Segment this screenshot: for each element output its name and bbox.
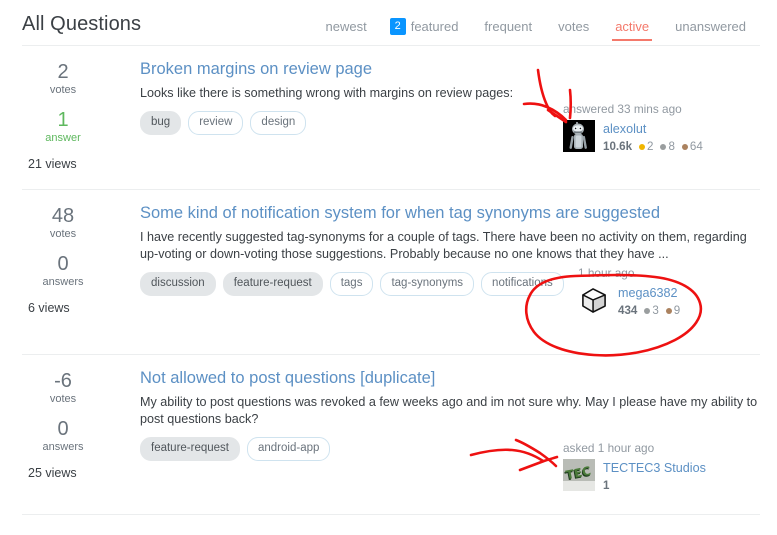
vote-count: 2 — [57, 61, 69, 83]
question-summary-row[interactable]: 48 votes 0 answers 6 views Some kind of … — [22, 190, 760, 355]
tag-bug[interactable]: bug — [140, 111, 182, 135]
question-stats: -6 votes 0 answers 25 views — [22, 368, 104, 480]
gold-badge: 2 — [639, 139, 653, 155]
tab-newest-label: newest — [325, 19, 367, 34]
reputation-score: 1 — [603, 479, 610, 492]
user-card: asked 1 hour ago TEC TEC TECTEC3 Studios… — [563, 441, 738, 494]
question-stats: 48 votes 0 answers 6 views — [22, 203, 104, 315]
tab-frequent-label: frequent — [484, 19, 533, 34]
reputation-score: 434 — [618, 304, 638, 317]
bronze-badge: 64 — [681, 139, 703, 155]
view-count: 21 views — [28, 157, 77, 171]
question-list: 2 votes 1 answer 21 views Broken margins… — [0, 46, 777, 515]
tab-votes-label: votes — [558, 19, 590, 34]
vote-label: votes — [49, 228, 77, 240]
question-summary-row[interactable]: 2 votes 1 answer 21 views Broken margins… — [22, 46, 760, 190]
vote-stat: 48 votes — [22, 205, 104, 241]
tag-notifications[interactable]: notifications — [481, 272, 564, 296]
bronze-badge-count: 9 — [673, 304, 681, 317]
question-excerpt: Looks like there is something wrong with… — [140, 86, 514, 100]
tag-feature-request[interactable]: feature-request — [222, 272, 323, 296]
user-name-link[interactable]: alexolut — [603, 122, 646, 136]
featured-count-badge: 2 — [389, 18, 406, 35]
question-summary-row[interactable]: -6 votes 0 answers 25 views Not allowed … — [22, 355, 760, 515]
question-sort-tabs: newest 2 featured frequent votes active … — [313, 15, 759, 44]
vote-count: -6 — [54, 370, 72, 392]
tab-active-label: active — [615, 19, 650, 34]
vote-count: 48 — [51, 205, 75, 227]
user-card: answered 33 mins ago alexolut 10.6k 2 8 … — [563, 102, 738, 155]
silver-badge-count: 3 — [652, 304, 659, 317]
white-cube-avatar[interactable] — [578, 284, 610, 316]
user-name-link[interactable]: mega6382 — [618, 286, 678, 300]
answer-label: answer — [45, 132, 81, 144]
view-count: 25 views — [28, 466, 77, 480]
question-excerpt: I have recently suggested tag-synonyms f… — [140, 230, 747, 261]
answer-stat: 1 answer — [22, 109, 104, 145]
vote-stat: -6 votes — [22, 370, 104, 406]
page-header: All Questions newest 2 featured frequent… — [0, 0, 777, 46]
user-reputation-and-badges: 434 3 9 — [618, 303, 680, 319]
user-info: alexolut 10.6k 2 8 64 — [603, 120, 703, 155]
silver-badge-icon — [644, 308, 651, 314]
tab-newest[interactable]: newest — [313, 16, 380, 43]
answer-count: 0 — [57, 418, 69, 440]
gold-badge-count: 2 — [647, 140, 654, 153]
answer-stat: 0 answers — [22, 253, 104, 289]
bronze-badge-count: 64 — [689, 140, 703, 153]
question-stats: 2 votes 1 answer 21 views — [22, 59, 104, 171]
tag-tag-synonyms[interactable]: tag-synonyms — [380, 272, 475, 296]
user-info: TECTEC3 Studios 1 — [603, 459, 706, 494]
user-info: mega6382 434 3 9 — [618, 284, 680, 319]
bender-robot-avatar[interactable] — [563, 120, 595, 152]
page-title: All Questions — [22, 13, 142, 35]
tab-active[interactable]: active — [602, 16, 662, 43]
answer-label: answers — [42, 276, 84, 288]
vote-stat: 2 votes — [22, 61, 104, 97]
vote-label: votes — [49, 393, 77, 405]
activity-timestamp: 1 hour ago — [578, 266, 635, 280]
user-reputation-and-badges: 10.6k 2 8 64 — [603, 139, 703, 155]
tag-design[interactable]: design — [250, 111, 307, 135]
tag-android-app[interactable]: android-app — [247, 437, 331, 461]
tab-unanswered-label: unanswered — [675, 19, 746, 34]
vote-label: votes — [49, 84, 77, 96]
user-card: 1 hour ago mega6382 434 3 9 — [578, 266, 753, 319]
tab-votes[interactable]: votes — [545, 16, 602, 43]
view-count: 6 views — [28, 301, 70, 315]
answer-stat: 0 answers — [22, 418, 104, 454]
silver-badge-icon — [660, 144, 667, 150]
silver-badge: 3 — [644, 303, 659, 319]
question-title-link[interactable]: Some kind of notification system for whe… — [140, 203, 760, 223]
tab-featured[interactable]: 2 featured — [380, 15, 472, 44]
activity-timestamp: asked 1 hour ago — [563, 441, 655, 455]
user-reputation-and-badges: 1 — [603, 478, 706, 494]
bronze-badge: 9 — [665, 303, 681, 319]
reputation-score: 10.6k — [603, 140, 633, 153]
silver-badge: 8 — [660, 139, 675, 155]
tag-review[interactable]: review — [188, 111, 244, 135]
question-title-link[interactable]: Broken margins on review page — [140, 59, 760, 79]
tag-discussion[interactable]: discussion — [140, 272, 216, 296]
user-name-link[interactable]: TECTEC3 Studios — [603, 461, 706, 475]
tag-feature-request[interactable]: feature-request — [140, 437, 240, 461]
tag-tags[interactable]: tags — [329, 272, 374, 296]
gold-badge-icon — [639, 144, 646, 150]
activity-timestamp: answered 33 mins ago — [563, 102, 682, 116]
tab-featured-label: featured — [410, 19, 459, 34]
answer-count: 1 — [57, 109, 69, 131]
answer-label: answers — [42, 441, 84, 453]
bronze-badge-icon — [665, 308, 672, 314]
tab-unanswered[interactable]: unanswered — [662, 16, 759, 43]
tec-logo-avatar[interactable]: TEC TEC — [563, 459, 595, 491]
answer-count: 0 — [57, 253, 69, 275]
bronze-badge-icon — [681, 144, 688, 150]
questions-page: All Questions newest 2 featured frequent… — [0, 0, 777, 535]
silver-badge-count: 8 — [668, 140, 675, 153]
tab-frequent[interactable]: frequent — [471, 16, 545, 43]
question-excerpt: My ability to post questions was revoked… — [140, 395, 758, 426]
question-title-link[interactable]: Not allowed to post questions [duplicate… — [140, 368, 760, 388]
